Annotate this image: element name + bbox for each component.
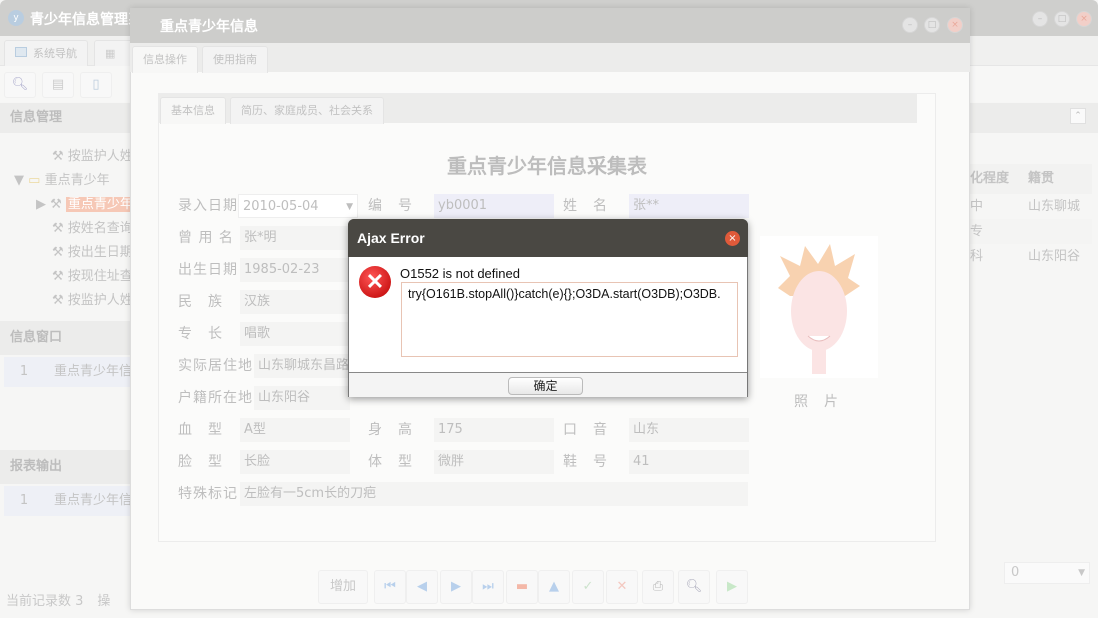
blood-field[interactable]: A型 — [240, 418, 350, 442]
delete-icon[interactable]: ▬ — [506, 570, 538, 604]
table-row[interactable]: 专 — [966, 219, 1092, 244]
tree-item[interactable]: ⚒ 按出生日期 — [52, 241, 133, 265]
skill-field[interactable]: 唱歌 — [240, 322, 350, 346]
first-record-icon[interactable]: ⏮ — [374, 570, 406, 604]
tab-basic[interactable]: 基本信息 — [160, 97, 226, 124]
error-message: O1552 is not defined — [400, 266, 520, 281]
label: 鞋 号 — [563, 450, 608, 474]
grid-body: 中山东聊城 专 科山东阳谷 — [966, 194, 1092, 269]
face-field[interactable]: 长脸 — [240, 450, 350, 474]
cancel-icon[interactable]: ✕ — [606, 570, 638, 604]
table-row[interactable]: 科山东阳谷 — [966, 244, 1092, 269]
mark-field[interactable]: 左脸有一5cm长的刀疤 — [240, 482, 748, 506]
expand-icon: ▼ — [14, 173, 24, 188]
table-row[interactable]: 1重点青少年信 — [4, 486, 140, 516]
info-window-header: 信息窗口 — [0, 321, 140, 355]
dialog-close-icon[interactable]: × — [725, 231, 740, 246]
no-field[interactable]: yb0001 — [434, 194, 554, 218]
document-icon[interactable]: ▯ — [80, 72, 112, 98]
label: 民 族 — [178, 290, 223, 314]
collapse-icon[interactable]: ⌃ — [1070, 108, 1086, 124]
chevron-down-icon: ▼ — [346, 195, 353, 219]
minimize-icon[interactable]: – — [902, 17, 918, 33]
label: 户籍所在地 — [178, 386, 253, 410]
minimize-icon[interactable]: – — [1032, 11, 1048, 27]
record-count: 当前记录数 3操 — [6, 590, 110, 609]
form-heading: 重点青少年信息采集表 — [158, 150, 936, 179]
label: 身 高 — [368, 418, 413, 442]
ok-button[interactable]: 确定 — [508, 377, 583, 395]
tree-item[interactable]: ⚒ 按现住址查 — [52, 265, 133, 289]
error-detail-textarea[interactable]: try{O161B.stopAll()}catch(e){};O3DA.star… — [401, 282, 738, 357]
monitor-icon — [15, 47, 27, 57]
label: 编 号 — [368, 194, 413, 218]
label: 出生日期 — [178, 258, 238, 282]
label: 体 型 — [368, 450, 413, 474]
nation-field[interactable]: 汉族 — [240, 290, 350, 314]
birth-field[interactable]: 1985-02-23 — [240, 258, 350, 282]
height-field[interactable]: 175 — [434, 418, 554, 442]
table-row[interactable]: 中山东聊城 — [966, 194, 1092, 219]
accent-field[interactable]: 山东 — [629, 418, 749, 442]
next-record-icon[interactable]: ▶ — [440, 570, 472, 604]
search-icon[interactable]: 🔍︎ — [4, 72, 36, 98]
maximize-icon[interactable]: □ — [924, 17, 940, 33]
tab-system-nav[interactable]: 系统导航 — [4, 40, 88, 66]
app-logo-icon: y — [8, 10, 24, 26]
tree-item[interactable]: ⚒ 按监护人姓 — [52, 145, 133, 169]
label: 血 型 — [178, 418, 223, 442]
print-preview-icon[interactable]: 🔍︎ — [678, 570, 710, 604]
name-field[interactable]: 张** — [629, 194, 749, 218]
confirm-icon[interactable]: ✓ — [572, 570, 604, 604]
tab-history[interactable]: 简历、家庭成员、社会关系 — [230, 97, 384, 124]
address-field[interactable]: 山东聊城东昌路 — [254, 354, 350, 378]
shoe-field[interactable]: 41 — [629, 450, 749, 474]
maximize-icon[interactable]: □ — [1054, 11, 1070, 27]
play-icon[interactable]: ▶ — [716, 570, 748, 604]
label: 特殊标记 — [178, 482, 238, 506]
grid-header: 化程度籍贯 — [966, 164, 1092, 194]
entry-date-picker[interactable]: 2010-05-04▼ — [238, 194, 358, 218]
close-icon[interactable]: × — [1076, 11, 1092, 27]
last-record-icon[interactable]: ⏭ — [472, 570, 504, 604]
label: 专 长 — [178, 322, 223, 346]
report-header: 报表输出 — [0, 450, 140, 484]
chevron-down-icon: ▼ — [1078, 563, 1085, 583]
print-icon[interactable]: ⎙ — [642, 570, 674, 604]
folder-icon: ▭ — [28, 173, 40, 188]
error-icon: ✕ — [359, 266, 391, 298]
tab-info-ops[interactable]: 信息操作 — [132, 46, 198, 73]
prev-record-icon[interactable]: ◀ — [406, 570, 438, 604]
tree-item[interactable]: ⚒ 按姓名查询 — [52, 217, 133, 241]
add-button[interactable]: 增加 — [318, 570, 368, 604]
tree-folder[interactable]: ▼ ▭ 重点青少年 — [14, 169, 110, 193]
page-size-select[interactable]: 0▼ — [1004, 562, 1090, 584]
up-icon[interactable]: ▲ — [538, 570, 570, 604]
tab-guide[interactable]: 使用指南 — [202, 46, 268, 73]
collapsed-arrow-icon: ▶ — [36, 197, 46, 212]
registry-field[interactable]: 山东阳谷 — [254, 386, 350, 410]
app-title: 青少年信息管理系 — [30, 9, 142, 29]
tree-item-selected[interactable]: ▶ ⚒ 重点青少年 — [36, 193, 135, 217]
label: 姓 名 — [563, 194, 608, 218]
label: 曾 用 名 — [178, 226, 234, 250]
table-row[interactable]: 1重点青少年信 — [4, 357, 140, 387]
label: 脸 型 — [178, 450, 223, 474]
label: 口 音 — [563, 418, 608, 442]
label: 实际居住地 — [178, 354, 253, 378]
photo-label: 照 片 — [794, 390, 839, 414]
avatar-cartoon-icon — [760, 236, 878, 378]
dialog-title: Ajax Error — [357, 230, 425, 246]
grid-icon: ▦ — [105, 47, 115, 60]
tab-grid[interactable]: ▦ — [94, 40, 134, 66]
label: 录入日期 — [178, 194, 238, 218]
modal-title: 重点青少年信息 — [160, 16, 258, 36]
close-icon[interactable]: × — [947, 17, 963, 33]
alias-field[interactable]: 张*明 — [240, 226, 350, 250]
body-field[interactable]: 微胖 — [434, 450, 554, 474]
photo — [760, 236, 878, 378]
list-icon[interactable]: ▤ — [42, 72, 74, 98]
tree-item[interactable]: ⚒ 按监护人姓 — [52, 289, 133, 313]
